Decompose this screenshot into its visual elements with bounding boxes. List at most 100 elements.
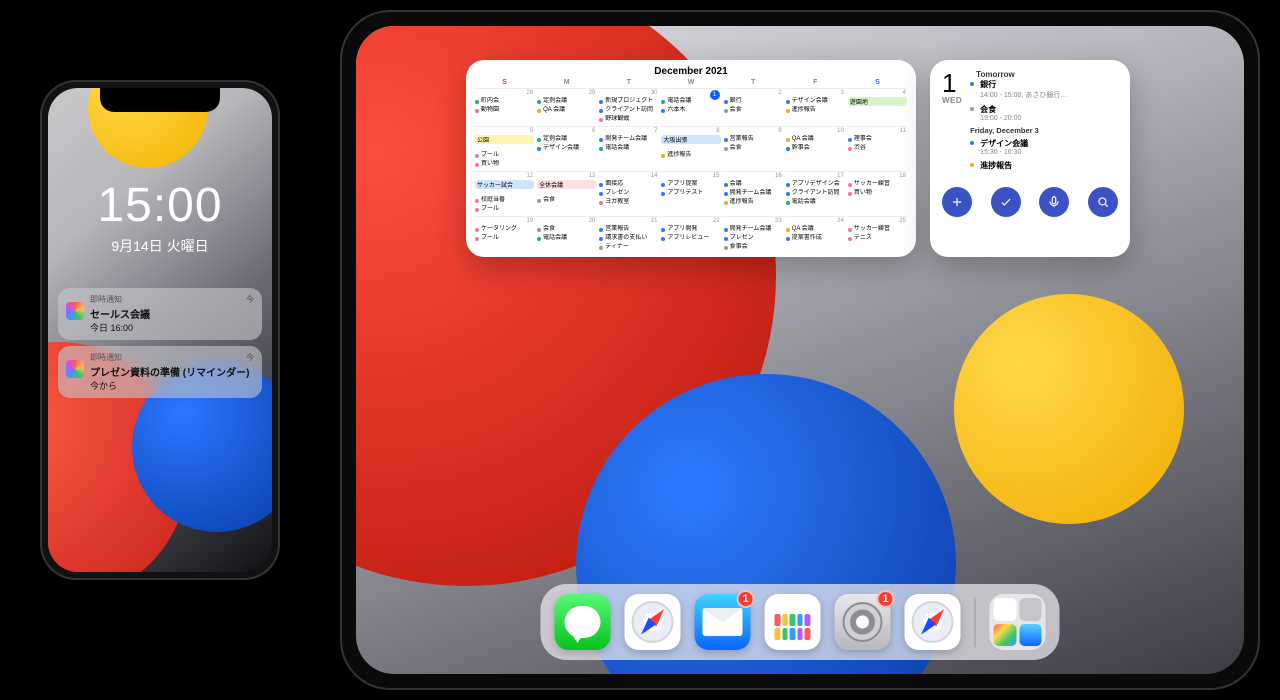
agenda-item-time: 19:00 - 20:00: [980, 115, 1021, 122]
agenda-item[interactable]: デザイン会議15:30 - 16:30: [970, 138, 1118, 156]
agenda-section-label: Friday, December 3: [970, 126, 1118, 135]
calendar-event: 会食: [537, 196, 596, 205]
event-dot-icon: [786, 183, 790, 187]
safari-app-icon[interactable]: [625, 594, 681, 650]
calendar-cell[interactable]: 21営業報告請求書の支払いディナー: [598, 216, 659, 253]
notification[interactable]: 即時通知 今 セールス会議 今日 16:00: [58, 288, 262, 340]
event-dot-icon: [970, 141, 974, 145]
calendar-event: 校庭当番: [475, 196, 534, 205]
calendar-cell[interactable]: 11理事会渋谷: [847, 126, 908, 170]
event-dot-icon: [537, 147, 541, 151]
ipad-device: December 2021 SMTWTFS28町内会動物園29定例会議QA 会議…: [340, 10, 1260, 690]
gear-icon: [843, 602, 883, 642]
agenda-item[interactable]: 銀行14:00 - 15:00, あさひ銀行…: [970, 79, 1118, 100]
add-button[interactable]: [942, 187, 972, 217]
calendar-cell[interactable]: 1電話会議六本木: [660, 88, 721, 125]
calendar-cell[interactable]: 28町内会動物園: [474, 88, 535, 125]
calendar-cell[interactable]: 5公園プール買い物: [474, 126, 535, 170]
calendar-cell[interactable]: 4遊園地: [847, 88, 908, 125]
calendar-allday-event: 大阪出張: [661, 135, 720, 144]
notification-stack: 即時通知 今 セールス会議 今日 16:00 即時通知 今 プレゼン資料の準備 …: [58, 288, 262, 398]
calendar-event: 提案書作成: [786, 234, 845, 243]
check-button[interactable]: [991, 187, 1021, 217]
event-dot-icon: [599, 109, 603, 113]
calendar-cell[interactable]: 19ケータリングプール: [474, 216, 535, 253]
calendar-cell[interactable]: 22アプリ開発アプリレビュー: [660, 216, 721, 253]
event-dot-icon: [724, 138, 728, 142]
calendar-event: プレゼン: [599, 189, 658, 198]
calendar-event: プール: [475, 205, 534, 214]
event-dot-icon: [724, 109, 728, 113]
calendar-app-icon[interactable]: [765, 594, 821, 650]
calendar-event: デザイン会議: [786, 97, 845, 106]
calendar-day-number: 13: [589, 173, 596, 179]
mail-app-icon[interactable]: 1: [695, 594, 751, 650]
calendar-event: 買い物: [475, 160, 534, 169]
calendar-cell[interactable]: 13全休会議会食: [536, 171, 597, 215]
calendar-cell[interactable]: 10QA 会議幹事会: [785, 126, 846, 170]
calendar-cell[interactable]: 17アプリデザイン会クライアント訪問電話会議: [785, 171, 846, 215]
calendar-cell[interactable]: 18サッカー練習買い物: [847, 171, 908, 215]
calendar-event: 野球観戦: [599, 115, 658, 124]
event-dot-icon: [724, 147, 728, 151]
search-button[interactable]: [1088, 187, 1118, 217]
agenda-item[interactable]: 進捗報告: [970, 160, 1118, 171]
calendar-cell[interactable]: 30新規プロジェクトクライアント訪問野球観戦: [598, 88, 659, 125]
safari-app-icon[interactable]: [905, 594, 961, 650]
calendar-event: 定例会議: [537, 135, 596, 144]
notification[interactable]: 即時通知 今 プレゼン資料の準備 (リマインダー) 今から: [58, 346, 262, 398]
event-dot-icon: [537, 138, 541, 142]
calendar-event: 会食: [724, 106, 783, 115]
calendar-cell[interactable]: 2銀行会食: [723, 88, 784, 125]
event-dot-icon: [724, 183, 728, 187]
event-dot-icon: [599, 246, 603, 250]
calendar-cell[interactable]: 7開発チーム会議電話会議: [598, 126, 659, 170]
calendar-day-number: 7: [654, 128, 657, 134]
calendar-cell[interactable]: 25サッカー練習テニス: [847, 216, 908, 253]
calendar-event: 定例会議: [537, 97, 596, 106]
calendar-event: サッカー練習: [848, 225, 907, 234]
calendar-cell[interactable]: 14面接応プレゼンヨガ教室: [598, 171, 659, 215]
event-dot-icon: [537, 199, 541, 203]
calendar-cell[interactable]: 24QA 会議提案書作成: [785, 216, 846, 253]
calendar-event: ヨガ教室: [599, 198, 658, 207]
calendar-cell[interactable]: 29定例会議QA 会議: [536, 88, 597, 125]
calendar-cell[interactable]: 16会議開発チーム会議進捗報告: [723, 171, 784, 215]
calendar-event: プール: [475, 151, 534, 160]
settings-app-icon[interactable]: 1: [835, 594, 891, 650]
event-dot-icon: [599, 228, 603, 232]
event-dot-icon: [661, 237, 665, 241]
event-dot-icon: [599, 201, 603, 205]
calendar-allday-event: サッカー試合: [475, 180, 534, 189]
iphone-notch: [100, 88, 220, 112]
agenda-widget[interactable]: 1 WED Tomorrow 銀行14:00 - 15:00, あさひ銀行…会食…: [930, 60, 1130, 257]
calendar-event: 理事会: [848, 135, 907, 144]
calendar-cell[interactable]: 23開発チーム会議プレゼン食事会: [723, 216, 784, 253]
calendar-cell[interactable]: 6定例会議デザイン会議: [536, 126, 597, 170]
mic-button[interactable]: [1039, 187, 1069, 217]
calendar-event: クライアント訪問: [786, 189, 845, 198]
calendar-cell[interactable]: 9営業報告会食: [723, 126, 784, 170]
iphone-device: 15:00 9月14日 火曜日 即時通知 今 セールス会議 今日 16:00: [40, 80, 280, 580]
calendar-cell[interactable]: 3デザイン会議進捗報告: [785, 88, 846, 125]
agenda-item-title: 進捗報告: [980, 160, 1012, 171]
calendar-cell[interactable]: 15アプリ提案アプリテスト: [660, 171, 721, 215]
calendar-event: アプリ提案: [661, 180, 720, 189]
calendar-day-header: S: [847, 79, 908, 87]
calendar-cell[interactable]: 8大阪出張進捗報告: [660, 126, 721, 170]
agenda-item-time: 15:30 - 16:30: [980, 149, 1028, 156]
app-icon: [66, 360, 84, 378]
calendar-day-number: 18: [899, 173, 906, 179]
recent-apps-cluster[interactable]: [990, 594, 1046, 650]
calendar-cell[interactable]: 20会食電話会議: [536, 216, 597, 253]
calendar-event: 開発チーム会議: [724, 225, 783, 234]
calendar-day-number: 8: [716, 128, 719, 134]
calendar-cell[interactable]: 12サッカー試合校庭当番プール: [474, 171, 535, 215]
agenda-item[interactable]: 会食19:00 - 20:00: [970, 104, 1118, 122]
event-dot-icon: [848, 237, 852, 241]
messages-app-icon[interactable]: [555, 594, 611, 650]
calendar-icon: [771, 600, 815, 644]
calendar-month-widget[interactable]: December 2021 SMTWTFS28町内会動物園29定例会議QA 会議…: [466, 60, 916, 257]
event-dot-icon: [661, 100, 665, 104]
calendar-event: テニス: [848, 234, 907, 243]
